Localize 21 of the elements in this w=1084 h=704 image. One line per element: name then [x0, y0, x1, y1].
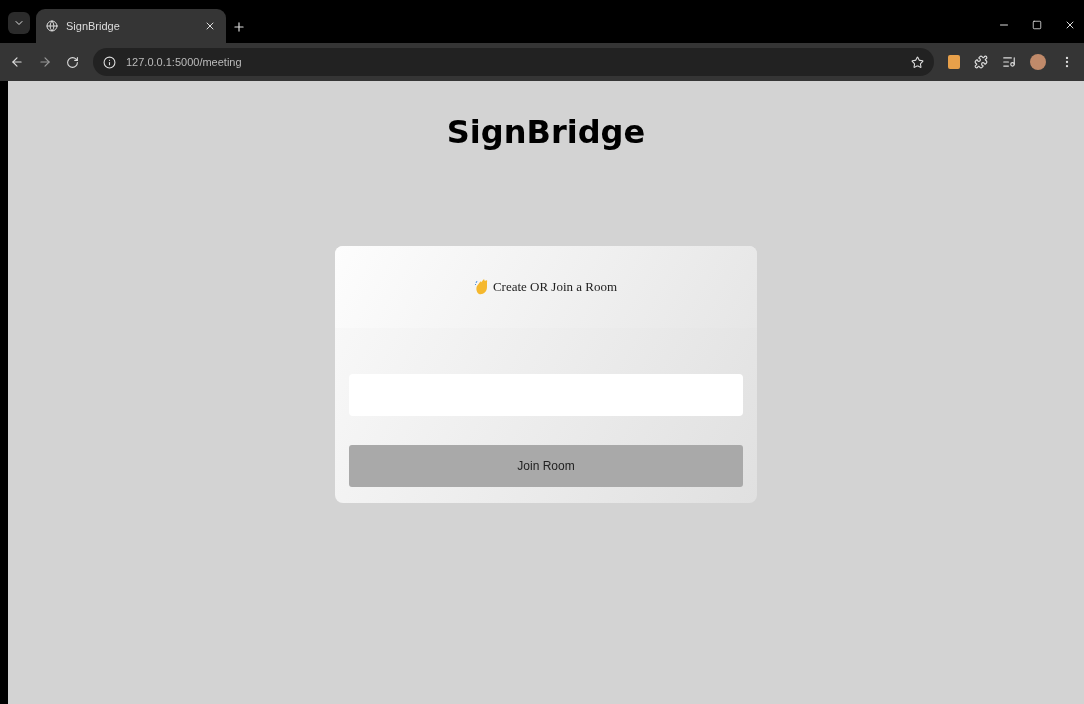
room-input-field[interactable]	[349, 374, 743, 416]
card-heading: Create OR Join a Room	[492, 279, 618, 295]
forward-icon[interactable]	[38, 55, 52, 69]
browser-tab[interactable]: SignBridge	[36, 9, 226, 43]
maximize-icon[interactable]	[1032, 20, 1042, 30]
new-tab-button[interactable]	[232, 20, 246, 34]
puzzle-icon[interactable]	[974, 55, 988, 69]
back-icon[interactable]	[10, 55, 24, 69]
info-icon[interactable]	[103, 55, 116, 69]
close-icon[interactable]	[204, 20, 216, 32]
waving-hand-icon	[474, 279, 489, 295]
bookmark-star-icon[interactable]	[911, 55, 924, 69]
join-room-button[interactable]: Join Room	[349, 445, 743, 487]
avatar-icon[interactable]	[1030, 54, 1046, 70]
media-icon[interactable]	[1002, 55, 1016, 69]
page-title: SignBridge	[446, 113, 646, 151]
address-bar[interactable]: 127.0.0.1:5000/meeting	[93, 48, 934, 76]
globe-icon	[46, 20, 58, 32]
tab-list-button[interactable]	[8, 12, 30, 34]
reload-icon[interactable]	[66, 55, 79, 69]
close-icon[interactable]	[1064, 19, 1076, 31]
